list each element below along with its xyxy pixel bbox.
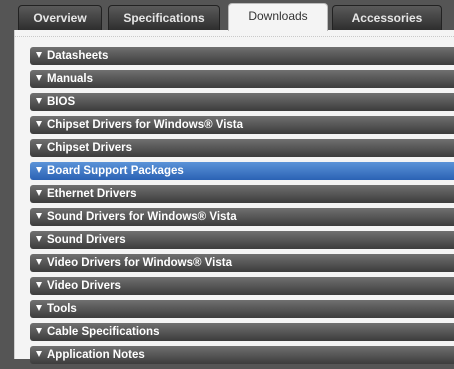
downloads-section-board-support-packages[interactable]: Board Support Packages — [30, 162, 454, 180]
triangle-down-icon — [36, 144, 42, 150]
section-label: Board Support Packages — [47, 165, 184, 177]
section-label: Cable Specifications — [47, 326, 160, 338]
section-label: Chipset Drivers for Windows® Vista — [47, 119, 244, 131]
triangle-down-icon — [36, 282, 42, 288]
panel-divider — [15, 30, 454, 37]
downloads-section-ethernet-drivers[interactable]: Ethernet Drivers — [30, 185, 454, 203]
downloads-panel: Datasheets Manuals BIOS Chipset Drivers … — [14, 30, 454, 364]
tab-downloads[interactable]: Downloads — [228, 3, 328, 31]
triangle-down-icon — [36, 75, 42, 81]
section-label: Chipset Drivers — [47, 142, 133, 154]
tab-accessories[interactable]: Accessories — [332, 5, 442, 30]
tab-overview[interactable]: Overview — [18, 5, 102, 30]
triangle-down-icon — [36, 236, 42, 242]
downloads-section-sound-drivers-vista[interactable]: Sound Drivers for Windows® Vista — [30, 208, 454, 226]
downloads-section-datasheets[interactable]: Datasheets — [30, 47, 454, 65]
section-label: Video Drivers for Windows® Vista — [47, 257, 232, 269]
section-label: Sound Drivers for Windows® Vista — [47, 211, 237, 223]
section-label: Application Notes — [47, 349, 145, 361]
downloads-section-application-notes[interactable]: Application Notes — [30, 346, 454, 364]
triangle-down-icon — [36, 213, 42, 219]
section-label: Sound Drivers — [47, 234, 126, 246]
downloads-section-video-drivers[interactable]: Video Drivers — [30, 277, 454, 295]
downloads-section-manuals[interactable]: Manuals — [30, 70, 454, 88]
triangle-down-icon — [36, 98, 42, 104]
section-label: Manuals — [47, 73, 94, 85]
downloads-list: Datasheets Manuals BIOS Chipset Drivers … — [30, 47, 454, 369]
triangle-down-icon — [36, 305, 42, 311]
downloads-section-tools[interactable]: Tools — [30, 300, 454, 318]
section-label: BIOS — [47, 96, 76, 108]
triangle-down-icon — [36, 351, 42, 357]
triangle-down-icon — [36, 167, 42, 173]
tab-bar: Overview Specifications Downloads Access… — [0, 0, 454, 31]
downloads-section-chipset-drivers[interactable]: Chipset Drivers — [30, 139, 454, 157]
section-label: Video Drivers — [47, 280, 121, 292]
downloads-section-video-drivers-vista[interactable]: Video Drivers for Windows® Vista — [30, 254, 454, 272]
triangle-down-icon — [36, 190, 42, 196]
section-label: Ethernet Drivers — [47, 188, 137, 200]
triangle-down-icon — [36, 259, 42, 265]
tab-specifications[interactable]: Specifications — [108, 5, 220, 30]
triangle-down-icon — [36, 328, 42, 334]
downloads-section-cable-specifications[interactable]: Cable Specifications — [30, 323, 454, 341]
downloads-section-chipset-drivers-vista[interactable]: Chipset Drivers for Windows® Vista — [30, 116, 454, 134]
section-label: Tools — [47, 303, 77, 315]
downloads-section-bios[interactable]: BIOS — [30, 93, 454, 111]
section-label: Datasheets — [47, 50, 109, 62]
triangle-down-icon — [36, 52, 42, 58]
downloads-section-sound-drivers[interactable]: Sound Drivers — [30, 231, 454, 249]
triangle-down-icon — [36, 121, 42, 127]
